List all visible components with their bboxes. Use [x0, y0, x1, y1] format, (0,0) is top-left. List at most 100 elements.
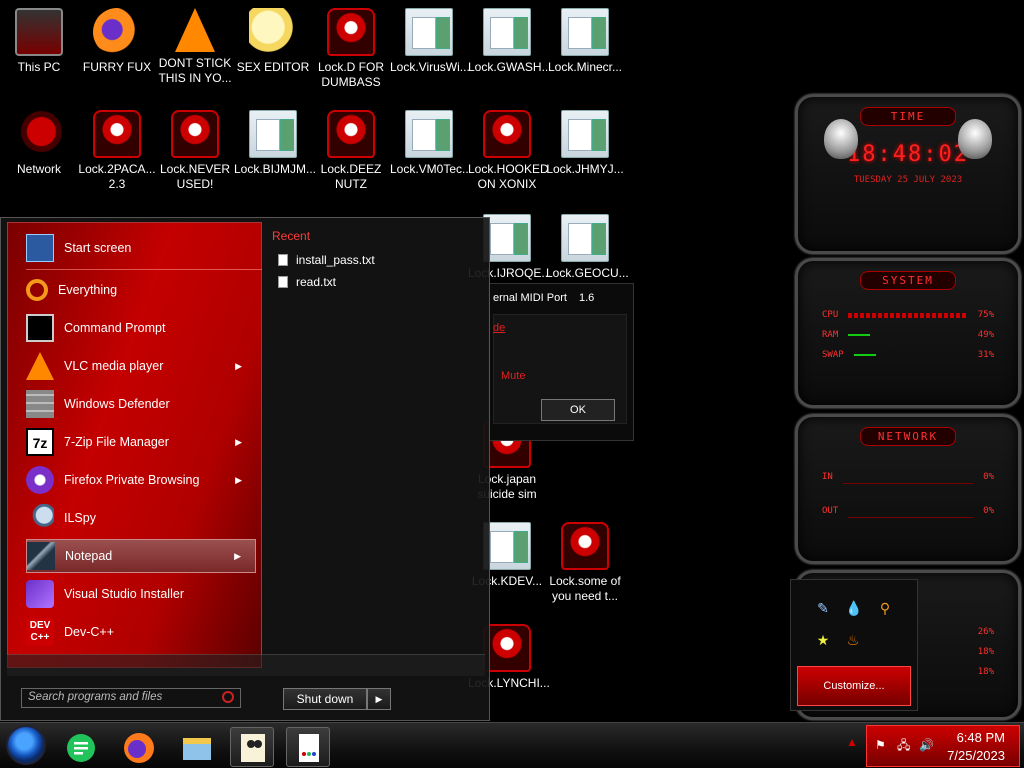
shutdown-options-arrow-icon[interactable]: ▶: [367, 688, 391, 710]
taskbar: ▲ ⚑ 🖧 🔊 6:48 PM 7/25/2023: [0, 722, 1024, 768]
desktop-icon-label: Lock.some of you need t...: [549, 574, 621, 603]
text-file-icon: [278, 254, 288, 266]
search-icon[interactable]: [222, 691, 234, 703]
desktop-icon-dont-stick[interactable]: DONT STICK THIS IN YO...: [156, 8, 234, 86]
start-menu-programs: Start screen Everything Command Prompt V…: [7, 222, 262, 668]
start-screen-icon: [26, 234, 54, 262]
customize-button[interactable]: Customize...: [797, 666, 911, 706]
desktop-icon-lock-2paca[interactable]: Lock.2PACA... 2.3: [78, 110, 156, 192]
alien-icon: [561, 522, 609, 570]
network-gadget: NETWORK IN 0% OUT 0%: [795, 414, 1021, 564]
desktop-icon-label: Lock.GWASH...: [468, 60, 552, 74]
submenu-arrow-icon[interactable]: ▶: [235, 475, 242, 486]
dialog-link[interactable]: de: [493, 322, 505, 334]
desktop-icon-lock-jhmyj[interactable]: Lock.JHMYJ...: [546, 110, 624, 177]
desktop-icon-lock-gwash[interactable]: Lock.GWASH...: [468, 8, 552, 75]
all-programs-bar[interactable]: [7, 654, 485, 676]
desktop-icon-lock-vm0tec[interactable]: Lock.VM0Tec...: [390, 110, 472, 177]
show-hidden-icons-icon[interactable]: ▲: [846, 735, 860, 749]
desktop-icon-label: DONT STICK THIS IN YO...: [158, 56, 232, 85]
start-item-firefox-private[interactable]: Firefox Private Browsing ▶: [26, 463, 256, 497]
net-in-graph: [842, 470, 974, 484]
desktop-icon-lock-bijmjm[interactable]: Lock.BIJMJM...: [234, 110, 316, 177]
start-orb[interactable]: [6, 725, 46, 765]
ok-button[interactable]: OK: [541, 399, 615, 421]
desktop-icon-label: FURRY FUX: [82, 60, 152, 74]
ram-value: 49%: [977, 330, 994, 340]
system-tray: ⚑ 🖧 🔊 6:48 PM 7/25/2023: [866, 725, 1020, 767]
volume-icon[interactable]: 🔊: [919, 738, 934, 752]
document-icon: [561, 110, 609, 158]
alien-icon: [483, 110, 531, 158]
taskbar-document-app[interactable]: [286, 727, 330, 767]
desktop-icon-lock-geocu[interactable]: Lock.GEOCU...: [546, 214, 629, 281]
cpu-value: 75%: [977, 310, 994, 320]
taskbar-file-explorer[interactable]: [174, 727, 218, 767]
mute-checkbox[interactable]: Mute: [501, 370, 525, 382]
file-explorer-icon: [183, 738, 211, 760]
desktop-icon-lock-viruswi[interactable]: Lock.VirusWi...: [390, 8, 470, 75]
recent-heading: Recent: [272, 229, 311, 243]
desktop-icon-label: Lock.VirusWi...: [390, 60, 470, 74]
desktop-icon-sex-editor[interactable]: SEX EDITOR: [234, 8, 312, 75]
droplet-icon[interactable]: 💧: [845, 600, 862, 616]
java-icon[interactable]: ♨: [845, 632, 861, 648]
start-item-label: 7-Zip File Manager: [64, 435, 169, 449]
clock-time[interactable]: 6:48 PM: [957, 730, 1005, 745]
alien-icon: [93, 110, 141, 158]
everything-search-icon: [26, 279, 48, 301]
clock-date[interactable]: 7/25/2023: [947, 748, 1005, 763]
submenu-arrow-icon[interactable]: ▶: [234, 551, 241, 562]
desktop-icon-label: Lock.BIJMJM...: [234, 162, 317, 176]
start-item-windows-defender[interactable]: Windows Defender: [26, 387, 256, 421]
desktop-icon-lock-minecr[interactable]: Lock.Minecr...: [546, 8, 624, 75]
network-icon[interactable]: 🖧: [897, 738, 911, 752]
taskbar-chat-app[interactable]: [58, 727, 102, 767]
document-app-icon: [299, 734, 319, 762]
vlc-icon: [175, 8, 215, 52]
search-input[interactable]: Search programs and files: [21, 688, 241, 708]
shutdown-button[interactable]: Shut down: [283, 688, 367, 710]
start-item-ilspy[interactable]: ILSpy: [26, 501, 256, 535]
desktop-icon-label: Lock.NEVER USED!: [159, 162, 231, 191]
document-icon: [405, 8, 453, 56]
desktop-icon-network[interactable]: Network: [0, 110, 78, 177]
start-item-visual-studio-installer[interactable]: Visual Studio Installer: [26, 577, 256, 611]
firefox-private-icon: [26, 466, 54, 494]
desktop-icon-lock-hooked[interactable]: Lock.HOOKED ON XONIX: [468, 110, 549, 192]
star-icon[interactable]: ★: [815, 632, 831, 648]
submenu-arrow-icon[interactable]: ▶: [235, 437, 242, 448]
net-in-label: IN: [822, 472, 833, 482]
gadget-date: TUESDAY 25 JULY 2023: [853, 175, 963, 185]
search-icon[interactable]: ⚲: [877, 600, 893, 616]
pen-icon[interactable]: ✎: [815, 600, 831, 616]
desktop-icon-this-pc[interactable]: This PC: [0, 8, 78, 75]
start-item-command-prompt[interactable]: Command Prompt: [26, 311, 256, 345]
network-gadget-title: NETWORK: [860, 427, 956, 446]
start-item-7zip[interactable]: 7z 7-Zip File Manager ▶: [26, 425, 256, 459]
time-gadget: TIME 18:48:02 TUESDAY 25 JULY 2023: [795, 94, 1021, 254]
start-item-everything[interactable]: Everything: [26, 273, 256, 307]
start-item-notepad[interactable]: Notepad ▶: [26, 539, 256, 573]
submenu-arrow-icon[interactable]: ▶: [235, 361, 242, 372]
net-out-graph: [848, 504, 974, 518]
action-center-flag-icon[interactable]: ⚑: [875, 738, 889, 752]
partial-value: 18%: [977, 647, 994, 657]
recent-item[interactable]: read.txt: [278, 275, 336, 289]
taskbar-cartoon-app[interactable]: [230, 727, 274, 767]
desktop-icon-lock-never-used[interactable]: Lock.NEVER USED!: [156, 110, 234, 192]
cpu-label: CPU: [822, 310, 839, 320]
desktop-icon-lock-d[interactable]: Lock.D FOR DUMBASS: [312, 8, 390, 90]
start-item-devcpp[interactable]: DEV C++ Dev-C++: [26, 615, 256, 649]
desktop-icon-lock-some-of-you[interactable]: Lock.some of you need t...: [546, 522, 624, 604]
taskbar-firefox[interactable]: [116, 727, 160, 767]
cpu-row: CPU 75%: [798, 310, 1018, 320]
start-item-vlc[interactable]: VLC media player ▶: [26, 349, 256, 383]
start-item-start-screen[interactable]: Start screen: [26, 231, 256, 265]
desktop-icon-label: Lock.VM0Tec...: [390, 162, 473, 176]
desktop-icon-label: Lock.Minecr...: [547, 60, 623, 74]
recent-item[interactable]: install_pass.txt: [278, 253, 375, 267]
divider: [26, 269, 262, 270]
desktop-icon-furry-fux[interactable]: FURRY FUX: [78, 8, 156, 75]
desktop-icon-lock-deez-nutz[interactable]: Lock.DEEZ NUTZ: [312, 110, 390, 192]
